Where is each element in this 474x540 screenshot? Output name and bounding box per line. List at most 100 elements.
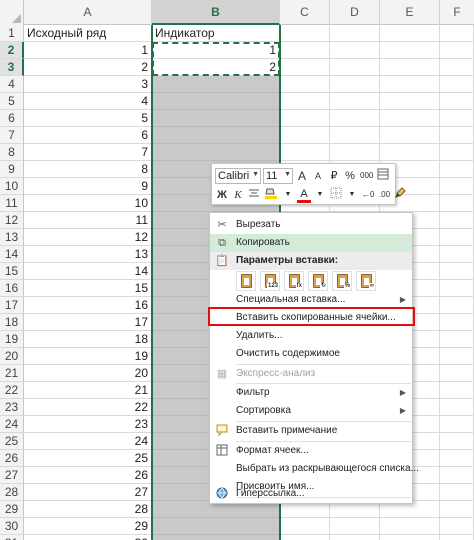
cell-a[interactable]: 8 xyxy=(24,161,152,178)
row-header[interactable]: 27 xyxy=(0,467,24,484)
column-header-c[interactable]: C xyxy=(280,0,330,25)
row-header[interactable]: 5 xyxy=(0,93,24,110)
cell-f[interactable] xyxy=(440,127,474,144)
cell-f[interactable] xyxy=(440,76,474,93)
cell-a[interactable]: 15 xyxy=(24,280,152,297)
column-header-a[interactable]: A xyxy=(24,0,152,25)
cell-e[interactable] xyxy=(380,76,440,93)
row-header[interactable]: 29 xyxy=(0,501,24,518)
cell-e[interactable] xyxy=(380,127,440,144)
cell-b[interactable] xyxy=(152,518,280,535)
row-header[interactable]: 14 xyxy=(0,246,24,263)
cell-a[interactable]: 7 xyxy=(24,144,152,161)
cell-c[interactable] xyxy=(280,518,330,535)
row-header[interactable]: 30 xyxy=(0,518,24,535)
row-header[interactable]: 17 xyxy=(0,297,24,314)
cell-d[interactable] xyxy=(330,110,380,127)
cell-a[interactable]: 13 xyxy=(24,246,152,263)
row-header[interactable]: 19 xyxy=(0,331,24,348)
row-header[interactable]: 15 xyxy=(0,263,24,280)
cell-e[interactable] xyxy=(380,144,440,161)
borders-icon[interactable] xyxy=(329,187,343,203)
cell-f[interactable] xyxy=(440,399,474,416)
cell-d[interactable] xyxy=(330,144,380,161)
cell-f[interactable] xyxy=(440,297,474,314)
cell-a[interactable]: 21 xyxy=(24,382,152,399)
cell-f[interactable] xyxy=(440,450,474,467)
cell-f[interactable] xyxy=(440,501,474,518)
cell-e[interactable] xyxy=(380,59,440,76)
cell-a[interactable]: 16 xyxy=(24,297,152,314)
cell-b[interactable]: 2 xyxy=(152,59,280,76)
font-name-combo[interactable]: Calibri ▼ xyxy=(215,168,261,184)
cell-a[interactable]: 2 xyxy=(24,59,152,76)
cell-a[interactable]: 9 xyxy=(24,178,152,195)
cell-b[interactable] xyxy=(152,127,280,144)
format-painter-icon[interactable] xyxy=(376,168,390,184)
paste-values-icon[interactable]: 123 xyxy=(260,271,280,291)
cell-b[interactable] xyxy=(152,144,280,161)
cell-c[interactable] xyxy=(280,110,330,127)
row-header[interactable]: 2 xyxy=(0,42,24,59)
cell-d[interactable] xyxy=(330,42,380,59)
currency-format-button[interactable]: ₽ xyxy=(327,168,341,184)
font-size-combo[interactable]: 11 ▼ xyxy=(263,168,293,184)
column-header-b[interactable]: B xyxy=(152,0,280,25)
row-header[interactable]: 26 xyxy=(0,450,24,467)
row-header[interactable]: 23 xyxy=(0,399,24,416)
cell-c[interactable] xyxy=(280,25,330,42)
cell-f[interactable] xyxy=(440,518,474,535)
cell-c[interactable] xyxy=(280,144,330,161)
cell-a[interactable]: 12 xyxy=(24,229,152,246)
italic-button[interactable]: К xyxy=(231,187,245,203)
cell-b[interactable] xyxy=(152,535,280,540)
chevron-down-icon[interactable]: ▼ xyxy=(281,187,295,203)
cell-a[interactable]: 24 xyxy=(24,433,152,450)
cell-e[interactable] xyxy=(380,110,440,127)
decrease-decimal-button[interactable]: .00 xyxy=(377,187,391,203)
cell-a[interactable]: 26 xyxy=(24,467,152,484)
row-header[interactable]: 31 xyxy=(0,535,24,540)
cell-d[interactable] xyxy=(330,25,380,42)
cell-a[interactable]: 1 xyxy=(24,42,152,59)
menu-item-copy[interactable]: ⧉ Копировать xyxy=(210,234,412,252)
cell-e[interactable] xyxy=(380,42,440,59)
row-header[interactable]: 3 xyxy=(0,59,24,76)
column-header-d[interactable]: D xyxy=(330,0,380,25)
cell-a[interactable]: 19 xyxy=(24,348,152,365)
column-header-e[interactable]: E xyxy=(380,0,440,25)
row-header[interactable]: 20 xyxy=(0,348,24,365)
menu-item-insert-copied-cells[interactable]: Вставить скопированные ячейки... xyxy=(210,309,412,327)
row-header[interactable]: 8 xyxy=(0,144,24,161)
cell-f[interactable] xyxy=(440,535,474,540)
cell-e[interactable] xyxy=(380,25,440,42)
row-header[interactable]: 16 xyxy=(0,280,24,297)
cell-f[interactable] xyxy=(440,212,474,229)
grow-font-button[interactable]: A xyxy=(295,168,309,184)
cell-a[interactable]: 28 xyxy=(24,501,152,518)
cell-a[interactable]: 29 xyxy=(24,518,152,535)
bold-button[interactable]: Ж xyxy=(215,187,229,203)
cell-f[interactable] xyxy=(440,144,474,161)
increase-decimal-button[interactable]: ←0 xyxy=(361,187,375,203)
cell-f[interactable] xyxy=(440,467,474,484)
cell-f[interactable] xyxy=(440,416,474,433)
cell-f[interactable] xyxy=(440,348,474,365)
row-header[interactable]: 7 xyxy=(0,127,24,144)
cell-c[interactable] xyxy=(280,93,330,110)
select-all-corner[interactable] xyxy=(0,0,24,25)
cell-f[interactable] xyxy=(440,110,474,127)
cell-f[interactable] xyxy=(440,484,474,501)
cell-d[interactable] xyxy=(330,93,380,110)
row-header[interactable]: 13 xyxy=(0,229,24,246)
paste-formatting-icon[interactable]: % xyxy=(332,271,352,291)
menu-item-cut[interactable]: ✂ Вырезать xyxy=(210,216,412,234)
cell-c[interactable] xyxy=(280,59,330,76)
row-header[interactable]: 11 xyxy=(0,195,24,212)
cell-a[interactable]: 20 xyxy=(24,365,152,382)
cell-f[interactable] xyxy=(440,314,474,331)
cell-f[interactable] xyxy=(440,246,474,263)
cell-f[interactable] xyxy=(440,93,474,110)
menu-item-pick-from-list[interactable]: Выбрать из раскрывающегося списка... xyxy=(210,460,419,478)
row-header[interactable]: 10 xyxy=(0,178,24,195)
